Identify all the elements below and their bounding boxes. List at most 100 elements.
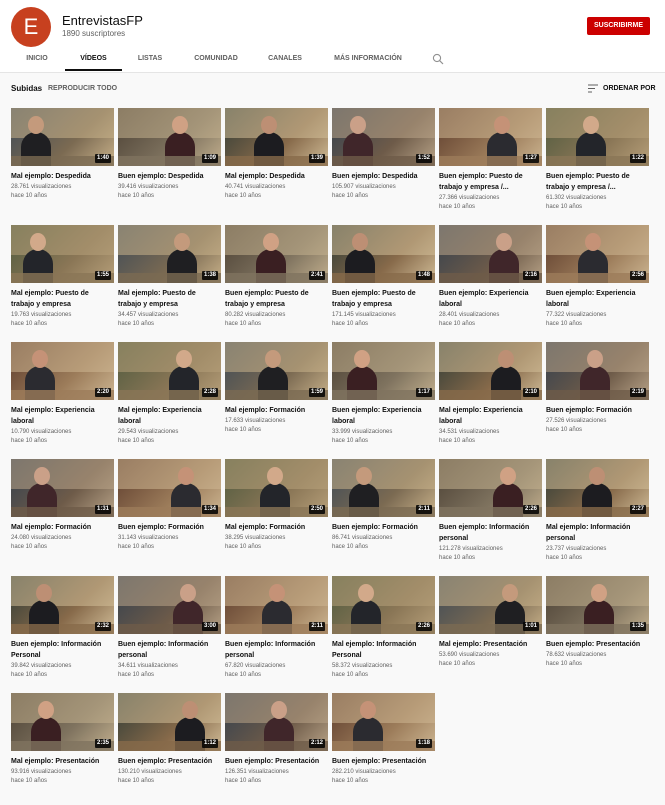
video-title[interactable]: Buen ejemplo: Presentación (332, 756, 435, 767)
video-card[interactable]: 1:34 Buen ejemplo: Formación 31.143 visual… (118, 459, 221, 571)
video-thumbnail[interactable]: 1:40 (11, 108, 114, 166)
video-title[interactable]: Mal ejemplo: Formación (225, 405, 328, 416)
video-card[interactable]: 1:39 Mal ejemplo: Despedida 40.741 visuali… (225, 108, 328, 220)
video-thumbnail[interactable]: 3:00 (118, 576, 221, 634)
video-card[interactable]: 2:50 Mal ejemplo: Formación 38.295 visuali… (225, 459, 328, 571)
video-title[interactable]: Buen ejemplo: Puesto de trabajo y empres… (332, 288, 435, 310)
section-title[interactable]: Subidas (11, 84, 42, 93)
video-card[interactable]: 1:22 Buen ejemplo: Puesto de trabajo y em… (546, 108, 649, 220)
video-thumbnail[interactable]: 1:52 (332, 108, 435, 166)
video-title[interactable]: Buen ejemplo: Formación (118, 522, 221, 533)
video-thumbnail[interactable]: 2:56 (546, 225, 649, 283)
video-thumbnail[interactable]: 2:12 (225, 693, 328, 751)
video-card[interactable]: 2:11 Buen ejemplo: Información personal 67… (225, 576, 328, 688)
video-title[interactable]: Buen ejemplo: Puesto de trabajo y empres… (546, 171, 649, 193)
video-title[interactable]: Buen ejemplo: Puesto de trabajo y empres… (439, 171, 542, 193)
channel-name[interactable]: EntrevistasFP (62, 13, 143, 28)
video-thumbnail[interactable]: 2:11 (332, 459, 435, 517)
video-title[interactable]: Mal ejemplo: Puesto de trabajo y empresa (118, 288, 221, 310)
video-thumbnail[interactable]: 1:22 (546, 108, 649, 166)
video-card[interactable]: 2:26 Mal ejemplo: Información Personal 58.… (332, 576, 435, 688)
video-title[interactable]: Mal ejemplo: Despedida (11, 171, 114, 182)
video-card[interactable]: 3:00 Buen ejemplo: Información personal 34… (118, 576, 221, 688)
video-card[interactable]: 1:52 Buen ejemplo: Despedida 105.907 visua… (332, 108, 435, 220)
video-title[interactable]: Buen ejemplo: Presentación (225, 756, 328, 767)
video-thumbnail[interactable]: 2:32 (11, 576, 114, 634)
video-card[interactable]: 2:12 Buen ejemplo: Presentación 126.351 vi… (225, 693, 328, 805)
video-card[interactable]: 2:28 Mal ejemplo: Experiencia laboral 29.5… (118, 342, 221, 454)
video-thumbnail[interactable]: 1:59 (225, 342, 328, 400)
tab-listas[interactable]: LISTAS (128, 47, 172, 71)
video-card[interactable]: 2:27 Mal ejemplo: Información personal 23.… (546, 459, 649, 571)
video-thumbnail[interactable]: 1:31 (11, 459, 114, 517)
video-title[interactable]: Mal ejemplo: Información personal (546, 522, 649, 544)
video-title[interactable]: Buen ejemplo: Información personal (118, 639, 221, 661)
video-card[interactable]: 1:27 Buen ejemplo: Puesto de trabajo y em… (439, 108, 542, 220)
video-thumbnail[interactable]: 2:41 (225, 225, 328, 283)
search-icon[interactable] (432, 53, 444, 65)
video-thumbnail[interactable]: 2:19 (546, 342, 649, 400)
tab-inicio[interactable]: INICIO (17, 47, 57, 71)
video-thumbnail[interactable]: 2:16 (439, 225, 542, 283)
video-thumbnail[interactable]: 2:35 (11, 693, 114, 751)
video-title[interactable]: Buen ejemplo: Formación (546, 405, 649, 416)
video-card[interactable]: 2:10 Mal ejemplo: Experiencia laboral 34.5… (439, 342, 542, 454)
video-title[interactable]: Mal ejemplo: Presentación (439, 639, 542, 650)
video-title[interactable]: Buen ejemplo: Presentación (546, 639, 649, 650)
video-card[interactable]: 2:19 Buen ejemplo: Formación 27.526 visual… (546, 342, 649, 454)
video-thumbnail[interactable]: 1:01 (439, 576, 542, 634)
video-thumbnail[interactable]: 1:27 (439, 108, 542, 166)
video-title[interactable]: Buen ejemplo: Experiencia laboral (332, 405, 435, 427)
video-title[interactable]: Buen ejemplo: Información personal (225, 639, 328, 661)
video-card[interactable]: 2:11 Buen ejemplo: Formación 86.741 visual… (332, 459, 435, 571)
video-card[interactable]: 1:38 Mal ejemplo: Puesto de trabajo y emp… (118, 225, 221, 337)
video-title[interactable]: Mal ejemplo: Formación (11, 522, 114, 533)
video-card[interactable]: 1:31 Mal ejemplo: Formación 24.080 visuali… (11, 459, 114, 571)
video-thumbnail[interactable]: 1:18 (332, 693, 435, 751)
video-card[interactable]: 1:09 Buen ejemplo: Despedida 39.416 visual… (118, 108, 221, 220)
sort-by-button[interactable]: ORDENAR POR (603, 85, 656, 92)
video-thumbnail[interactable]: 1:35 (546, 576, 649, 634)
video-thumbnail[interactable]: 2:10 (439, 342, 542, 400)
video-thumbnail[interactable]: 2:20 (11, 342, 114, 400)
video-card[interactable]: 2:35 Mal ejemplo: Presentación 93.916 visu… (11, 693, 114, 805)
video-title[interactable]: Buen ejemplo: Experiencia laboral (439, 288, 542, 310)
video-card[interactable]: 1:17 Buen ejemplo: Experiencia laboral 33.… (332, 342, 435, 454)
video-card[interactable]: 2:16 Buen ejemplo: Experiencia laboral 28.… (439, 225, 542, 337)
video-thumbnail[interactable]: 2:50 (225, 459, 328, 517)
video-title[interactable]: Buen ejemplo: Despedida (332, 171, 435, 182)
video-title[interactable]: Buen ejemplo: Información Personal (11, 639, 114, 661)
video-card[interactable]: 1:18 Buen ejemplo: Presentación 282.210 vi… (332, 693, 435, 805)
video-card[interactable]: 2:41 Buen ejemplo: Puesto de trabajo y em… (225, 225, 328, 337)
video-thumbnail[interactable]: 1:17 (332, 342, 435, 400)
video-title[interactable]: Buen ejemplo: Presentación (118, 756, 221, 767)
video-title[interactable]: Mal ejemplo: Experiencia laboral (118, 405, 221, 427)
sort-icon[interactable] (588, 84, 598, 93)
video-card[interactable]: 2:20 Mal ejemplo: Experiencia laboral 10.7… (11, 342, 114, 454)
video-thumbnail[interactable]: 1:09 (118, 108, 221, 166)
video-thumbnail[interactable]: 1:39 (225, 108, 328, 166)
video-title[interactable]: Buen ejemplo: Experiencia laboral (546, 288, 649, 310)
video-card[interactable]: 2:32 Buen ejemplo: Información Personal 39… (11, 576, 114, 688)
video-title[interactable]: Buen ejemplo: Puesto de trabajo y empres… (225, 288, 328, 310)
video-card[interactable]: 1:01 Mal ejemplo: Presentación 53.690 visu… (439, 576, 542, 688)
video-card[interactable]: 2:56 Buen ejemplo: Experiencia laboral 77.… (546, 225, 649, 337)
video-title[interactable]: Mal ejemplo: Experiencia laboral (439, 405, 542, 427)
video-card[interactable]: 1:59 Mal ejemplo: Formación 17.633 visuali… (225, 342, 328, 454)
video-thumbnail[interactable]: 2:28 (118, 342, 221, 400)
video-title[interactable]: Mal ejemplo: Formación (225, 522, 328, 533)
video-title[interactable]: Buen ejemplo: Información personal (439, 522, 542, 544)
video-card[interactable]: 2:26 Buen ejemplo: Información personal 12… (439, 459, 542, 571)
video-title[interactable]: Mal ejemplo: Presentación (11, 756, 114, 767)
video-thumbnail[interactable]: 1:12 (118, 693, 221, 751)
tab-canales[interactable]: CANALES (258, 47, 312, 71)
tab-mas-informacion[interactable]: MÁS INFORMACIÓN (326, 47, 410, 71)
video-card[interactable]: 1:48 Buen ejemplo: Puesto de trabajo y em… (332, 225, 435, 337)
video-title[interactable]: Mal ejemplo: Experiencia laboral (11, 405, 114, 427)
video-title[interactable]: Mal ejemplo: Información Personal (332, 639, 435, 661)
video-title[interactable]: Buen ejemplo: Despedida (118, 171, 221, 182)
video-card[interactable]: 1:35 Buen ejemplo: Presentación 78.632 vis… (546, 576, 649, 688)
video-title[interactable]: Buen ejemplo: Formación (332, 522, 435, 533)
video-card[interactable]: 1:12 Buen ejemplo: Presentación 130.210 vi… (118, 693, 221, 805)
video-thumbnail[interactable]: 1:48 (332, 225, 435, 283)
